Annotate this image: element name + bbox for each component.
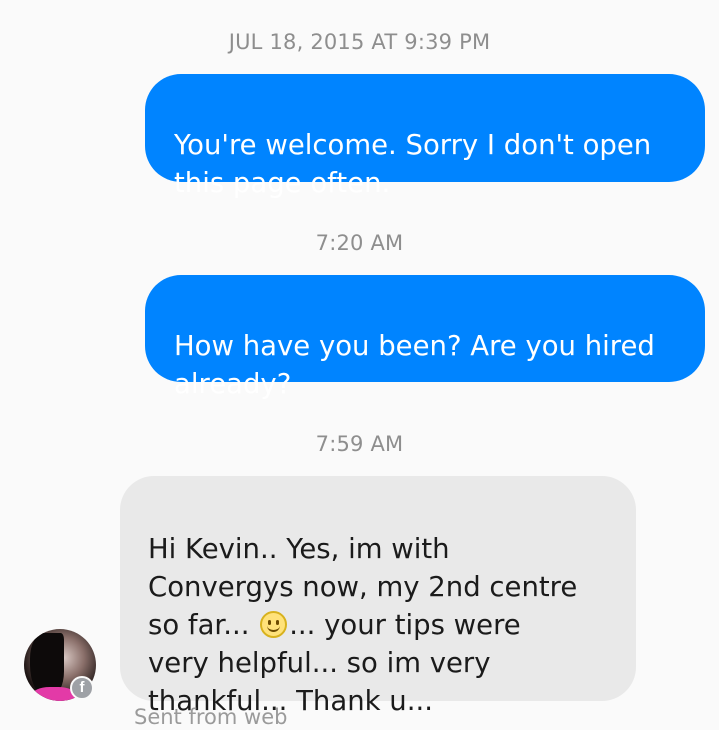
timestamp-3: 7:59 AM — [315, 432, 404, 456]
timestamp-1: JUL 18, 2015 AT 9:39 PM — [228, 30, 491, 54]
message-text: You're welcome. Sorry I don't open this … — [174, 129, 652, 199]
timestamp-2: 7:20 AM — [315, 231, 404, 255]
outgoing-message-bubble[interactable]: How have you been? Are you hired already… — [145, 275, 705, 400]
slightly-smiling-face-icon — [260, 611, 288, 638]
incoming-message-bubble[interactable]: Hi Kevin.. Yes, im with Convergys now, m… — [120, 476, 636, 717]
facebook-icon: f — [70, 676, 94, 700]
message-text: How have you been? Are you hired already… — [174, 330, 655, 400]
sent-from-label: Sent from web — [134, 705, 288, 729]
outgoing-message-bubble[interactable]: You're welcome. Sorry I don't open this … — [145, 74, 705, 199]
